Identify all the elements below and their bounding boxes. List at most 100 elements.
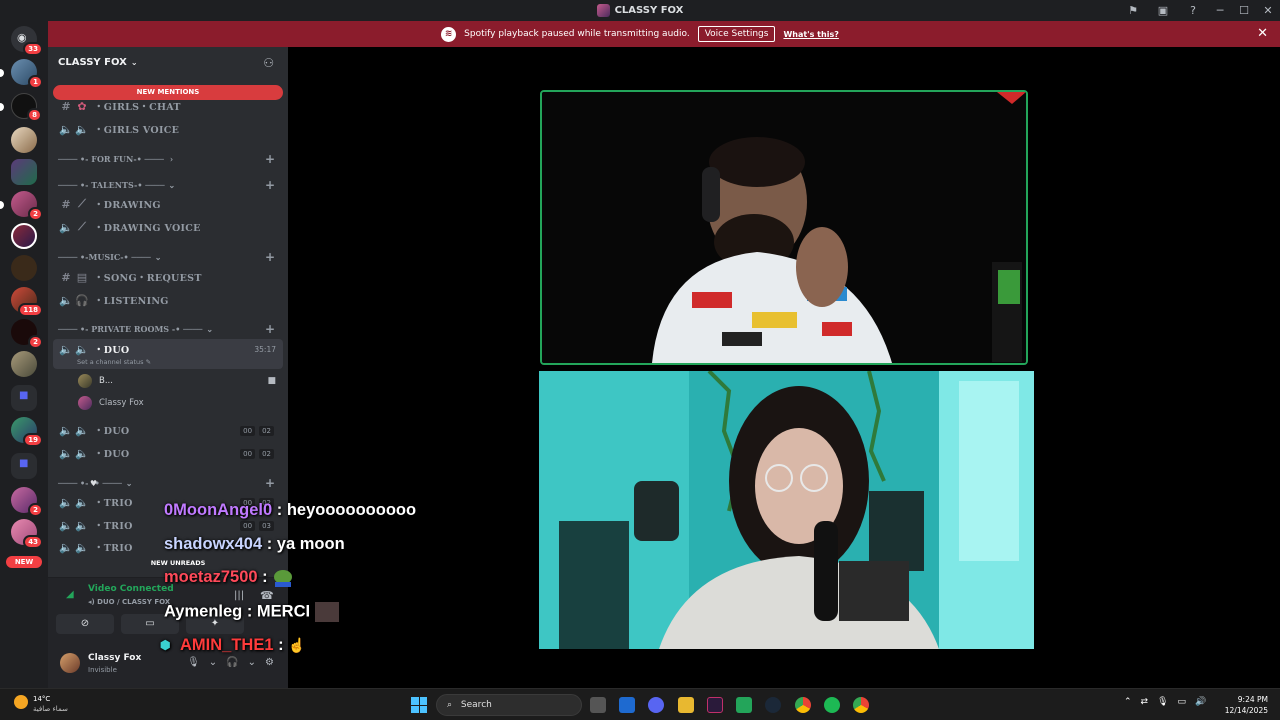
emote-image-icon: [314, 602, 339, 622]
whats-this-link[interactable]: What's this?: [783, 30, 838, 39]
avatar[interactable]: [60, 653, 80, 673]
server-rail: ◉ 33 1 8 2 118 2 ■ 19 ■ 2 43 NEW: [0, 21, 48, 688]
speaker-icon: 🔈: [59, 495, 73, 509]
outlook-icon[interactable]: [619, 697, 635, 713]
notice-text: Spotify playback paused while transmitti…: [464, 29, 690, 39]
add-channel-icon[interactable]: +: [265, 476, 275, 490]
server-icon[interactable]: 2: [11, 319, 43, 349]
file-explorer-icon[interactable]: [678, 697, 694, 713]
speaker-icon: 🔈: [75, 342, 89, 356]
chevron-down-icon[interactable]: ⌄: [248, 657, 256, 668]
taskbar-search[interactable]: ⌕ Search: [436, 694, 582, 716]
category-talents[interactable]: ──── •- TALENTS-• ──── ⌄ +: [58, 178, 283, 192]
volume-icon[interactable]: 🔊: [1195, 697, 1206, 707]
chat-message: Aymenleg : MERCI: [164, 602, 339, 622]
inbox-icon[interactable]: ⚑: [1118, 4, 1148, 17]
home-button[interactable]: ◉ 33: [11, 26, 43, 56]
clock[interactable]: 9:24 PM 12/14/2025: [1225, 694, 1268, 716]
server-icon[interactable]: 2: [11, 487, 43, 517]
close-window-button[interactable]: ✕: [1256, 4, 1280, 17]
server-icon[interactable]: [11, 127, 37, 153]
gear-icon[interactable]: ⚙: [265, 657, 274, 668]
server-icon[interactable]: 19: [11, 417, 43, 447]
add-member-icon[interactable]: ⚇: [263, 56, 274, 70]
start-button[interactable]: [411, 697, 427, 713]
category-music[interactable]: ──── •-MUSIC-• ──── ⌄ +: [58, 250, 283, 264]
category-private-rooms[interactable]: ──── •- PRIVATE ROOMS -• ──── ⌄ +: [58, 322, 283, 336]
network-icon[interactable]: ⇄: [1141, 697, 1149, 707]
app-icon[interactable]: [707, 697, 723, 713]
add-channel-icon[interactable]: +: [265, 250, 275, 264]
app-icon[interactable]: [736, 697, 752, 713]
microphone-icon[interactable]: 🎙: [187, 657, 200, 668]
chevron-down-icon: ⌄: [154, 252, 162, 262]
voice-user[interactable]: Classy Fox: [78, 394, 144, 412]
minimize-button[interactable]: ─: [1208, 4, 1232, 17]
chevron-down-icon: ⌄: [206, 324, 214, 334]
title-bar: CLASSY FOX ⚑ ▣ ? ─ ☐ ✕: [0, 0, 1280, 21]
chrome-icon[interactable]: [795, 697, 811, 713]
camera-off-button[interactable]: ⊘: [56, 614, 114, 634]
chrome-icon[interactable]: [853, 697, 869, 713]
server-icon[interactable]: 43: [11, 519, 43, 549]
emoji-icon: ✿: [77, 99, 87, 113]
chevron-up-icon[interactable]: ⌃: [1124, 697, 1132, 707]
channel-duo-active[interactable]: 🔈 🔈 ・DUO: [58, 340, 283, 358]
video-tile[interactable]: [539, 371, 1034, 649]
add-channel-icon[interactable]: +: [265, 322, 275, 336]
weather-desc[interactable]: سماء صافية: [33, 705, 68, 713]
channel-song-request[interactable]: # ▤ ・SONG・REQUEST: [58, 268, 283, 286]
voice-settings-button[interactable]: Voice Settings: [697, 26, 776, 42]
user-limit-counter: 00 02: [240, 426, 274, 436]
speaker-icon: 🔈: [75, 495, 89, 509]
active-server-icon[interactable]: [11, 223, 37, 249]
radio-icon: ▤: [76, 270, 88, 284]
set-channel-status[interactable]: Set a channel status ✎: [77, 358, 151, 366]
spotify-taskbar-icon[interactable]: [824, 697, 840, 713]
display-icon[interactable]: ▭: [1178, 697, 1187, 707]
task-view-icon[interactable]: [590, 697, 606, 713]
channel-drawing-voice[interactable]: 🔈 ⟋ ・DRAWING VOICE: [58, 218, 283, 236]
help-icon[interactable]: ?: [1178, 4, 1208, 17]
channel-listening[interactable]: 🔈 🎧 ・LISTENING: [58, 291, 283, 309]
headphones-icon[interactable]: 🎧: [226, 657, 238, 668]
microphone-icon[interactable]: 🎙: [1157, 697, 1168, 707]
category-heart[interactable]: ──── •- -• ──── ♥ ⌄ +: [58, 476, 283, 490]
close-icon[interactable]: ✕: [1257, 26, 1268, 41]
server-icon[interactable]: 8: [11, 93, 42, 122]
server-icon[interactable]: 1: [11, 59, 43, 89]
voice-status-title[interactable]: Video Connected: [88, 584, 174, 594]
folder-icon[interactable]: ■: [11, 453, 37, 479]
noise-suppression-icon[interactable]: |||: [234, 590, 244, 601]
search-icon: ⌕: [447, 700, 453, 710]
voice-user[interactable]: B...: [78, 372, 113, 390]
weather-icon[interactable]: [14, 695, 28, 709]
spotify-icon: ≋: [441, 26, 457, 42]
chat-text: :: [257, 568, 273, 586]
add-channel-icon[interactable]: +: [265, 178, 275, 192]
server-icon[interactable]: 118: [11, 287, 43, 317]
server-icon[interactable]: 2: [11, 191, 43, 221]
disconnect-icon[interactable]: ☎: [260, 589, 274, 602]
weather-temp[interactable]: 14°C: [33, 695, 50, 703]
category-for-fun[interactable]: ──── •- FOR FUN-• ──── › +: [58, 152, 283, 166]
channel-girls-voice[interactable]: 🔈 🔈 ・GIRLS VOICE: [58, 120, 283, 138]
folder-icon[interactable]: ■: [11, 385, 37, 411]
maximize-button[interactable]: ☐: [1232, 4, 1256, 17]
username[interactable]: Classy Fox: [88, 653, 141, 663]
discord-taskbar-icon[interactable]: [648, 697, 664, 713]
new-unreads-pill[interactable]: NEW: [6, 556, 42, 568]
channel-drawing[interactable]: # ⟋ ・DRAWING: [58, 195, 283, 213]
channel-girls-chat[interactable]: # ✿ ・GIRLS・CHAT: [58, 97, 283, 115]
speaker-icon: 🔈: [59, 518, 73, 532]
server-icon[interactable]: [11, 255, 37, 281]
voice-status-subtitle[interactable]: ◂) DUO / CLASSY FOX: [88, 598, 170, 606]
steam-icon[interactable]: [765, 697, 781, 713]
video-tile-speaking[interactable]: [540, 90, 1028, 365]
add-channel-icon[interactable]: +: [265, 152, 275, 166]
server-icon[interactable]: [11, 159, 37, 185]
screen-icon[interactable]: ▣: [1148, 4, 1178, 17]
chevron-down-icon[interactable]: ⌄: [209, 657, 217, 668]
server-icon[interactable]: [11, 351, 37, 377]
guild-header[interactable]: CLASSY FOX ⌄: [58, 57, 138, 68]
